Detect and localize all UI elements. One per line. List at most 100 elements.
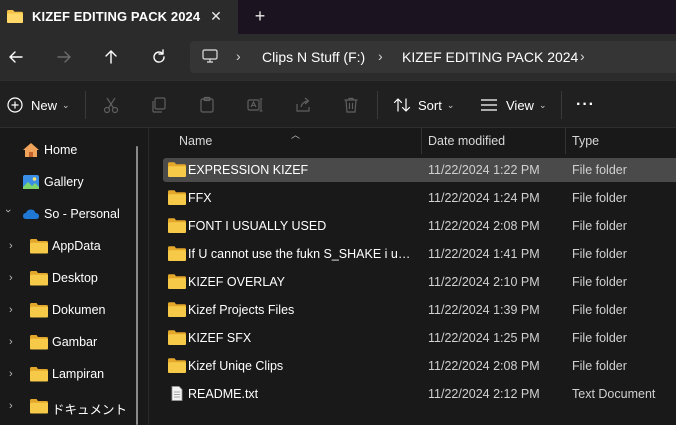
chevron-right-icon[interactable]: › [9,240,19,252]
chevron-right-icon[interactable]: › [9,336,19,348]
cut-icon[interactable] [102,96,120,114]
chevron-right-icon[interactable]: › [9,272,19,284]
folder-icon [30,335,48,350]
file-row[interactable]: KIZEF SFX 11/22/2024 1:25 PM File folder [163,326,676,350]
file-type: File folder [572,275,627,289]
view-button[interactable]: View ⌄ [480,95,547,115]
divider [561,91,562,119]
file-list: ︿ Name Date modified Type EXPRESSION KIZ… [148,128,676,425]
more-options-button[interactable]: ··· [576,95,595,115]
sidebar-scrollbar[interactable] [136,146,138,425]
up-arrow-icon[interactable] [101,47,121,67]
sidebar-item-home[interactable]: Home [0,136,134,164]
rename-icon[interactable] [246,96,264,114]
sidebar-item-desktop[interactable]: › Desktop [0,264,134,292]
file-type: File folder [572,247,627,261]
folder-icon [30,271,48,286]
column-header-name[interactable]: Name [179,134,212,148]
file-date-modified: 11/22/2024 1:41 PM [428,247,540,261]
file-name: KIZEF SFX [188,331,252,345]
file-name: Kizef Uniqe Clips [188,359,284,373]
column-divider[interactable] [565,128,566,154]
column-divider[interactable] [421,128,422,154]
chevron-right-icon[interactable]: › [9,304,19,316]
column-header-date[interactable]: Date modified [428,134,505,148]
new-tab-button[interactable]: + [250,6,270,26]
chevron-expanded-icon[interactable]: › [2,209,14,219]
file-date-modified: 11/22/2024 2:08 PM [428,219,540,233]
address-bar[interactable]: › Clips N Stuff (F:) › KIZEF EDITING PAC… [190,41,676,73]
sidebar-item-gambar[interactable]: › Gambar [0,328,134,356]
file-name: EXPRESSION KIZEF [188,163,309,177]
column-header-type[interactable]: Type [572,134,599,148]
paste-icon[interactable] [198,96,216,114]
sidebar-item-label: Home [44,143,78,157]
tab-title: KIZEF EDITING PACK 2024 [32,9,201,24]
folder-icon [168,302,186,317]
file-type: Text Document [572,387,656,401]
file-name: FFX [188,191,212,205]
file-row[interactable]: README.txt 11/22/2024 2:12 PM Text Documen… [163,382,676,406]
file-name: If U cannot use the fukn S_SHAKE i usual… [188,247,416,261]
file-date-modified: 11/22/2024 2:10 PM [428,275,540,289]
sidebar-item-appdata[interactable]: › AppData [0,232,134,260]
home-icon [23,143,39,157]
view-label: View [506,97,534,113]
gallery-icon [23,175,39,189]
file-type: File folder [572,219,627,233]
sort-ascending-icon: ︿ [291,130,301,140]
chevron-down-icon: ⌄ [538,99,547,110]
file-row[interactable]: EXPRESSION KIZEF 11/22/2024 1:22 PM File f… [163,158,676,182]
folder-icon [168,274,186,289]
folder-icon [30,239,48,254]
onedrive-cloud-icon [23,209,39,219]
breadcrumb-chevron-icon[interactable]: › [580,48,585,64]
breadcrumb-drive[interactable]: Clips N Stuff (F:) [262,49,365,65]
sidebar-item-documents-jp[interactable]: › ドキュメント [0,392,134,420]
text-document-icon [171,386,183,401]
file-date-modified: 11/22/2024 2:12 PM [428,387,540,401]
file-type: File folder [572,331,627,345]
file-type: File folder [572,359,627,373]
folder-icon [30,303,48,318]
file-row[interactable]: Kizef Projects Files 11/22/2024 1:39 PM Fi… [163,298,676,322]
forward-arrow-icon[interactable] [54,47,74,67]
sidebar-item-gallery[interactable]: Gallery [0,168,134,196]
sidebar-item-label: Dokumen [52,303,106,317]
breadcrumb-chevron-icon[interactable]: › [236,48,241,64]
file-row[interactable]: FFX 11/22/2024 1:24 PM File folder [163,186,676,210]
computer-icon[interactable] [202,49,218,63]
chevron-right-icon[interactable]: › [9,368,19,380]
sidebar-item-lampiran[interactable]: › Lampiran [0,360,134,388]
sort-button[interactable]: Sort ⌄ [393,95,454,115]
sidebar-item-label: Lampiran [52,367,105,381]
sidebar-item-dokumen[interactable]: › Dokumen [0,296,134,324]
sidebar-item-label: So - Personal [44,207,120,221]
title-bar: KIZEF EDITING PACK 2024 ✕ + [0,0,676,34]
file-date-modified: 11/22/2024 1:25 PM [428,331,540,345]
refresh-icon[interactable] [149,47,169,67]
delete-icon[interactable] [342,96,360,114]
share-icon[interactable] [294,96,312,114]
file-row[interactable]: KIZEF OVERLAY 11/22/2024 2:10 PM File fold… [163,270,676,294]
copy-icon[interactable] [150,96,168,114]
folder-icon [168,162,186,177]
navigation-pane: Home Gallery › So - Personal › AppData ›… [0,128,148,425]
folder-icon [168,330,186,345]
file-row[interactable]: If U cannot use the fukn S_SHAKE i usual… [163,242,676,266]
chevron-right-icon[interactable]: › [9,400,19,412]
breadcrumb-chevron-icon[interactable]: › [378,48,383,64]
file-row[interactable]: FONT I USUALLY USED 11/22/2024 2:08 PM Fil… [163,214,676,238]
sidebar-item-onedrive[interactable]: › So - Personal [0,200,134,228]
file-name: KIZEF OVERLAY [188,275,286,289]
divider [85,91,86,119]
plus-circle-icon [7,97,23,113]
back-arrow-icon[interactable] [6,47,26,67]
chevron-down-icon: ⌄ [62,99,70,110]
file-row[interactable]: Kizef Uniqe Clips 11/22/2024 2:08 PM File … [163,354,676,378]
active-tab[interactable]: KIZEF EDITING PACK 2024 ✕ [0,0,238,34]
chevron-down-icon: ⌄ [446,99,455,110]
breadcrumb-folder[interactable]: KIZEF EDITING PACK 2024 [402,49,578,65]
close-tab-icon[interactable]: ✕ [206,6,226,26]
new-button[interactable]: New ⌄ [7,95,70,115]
